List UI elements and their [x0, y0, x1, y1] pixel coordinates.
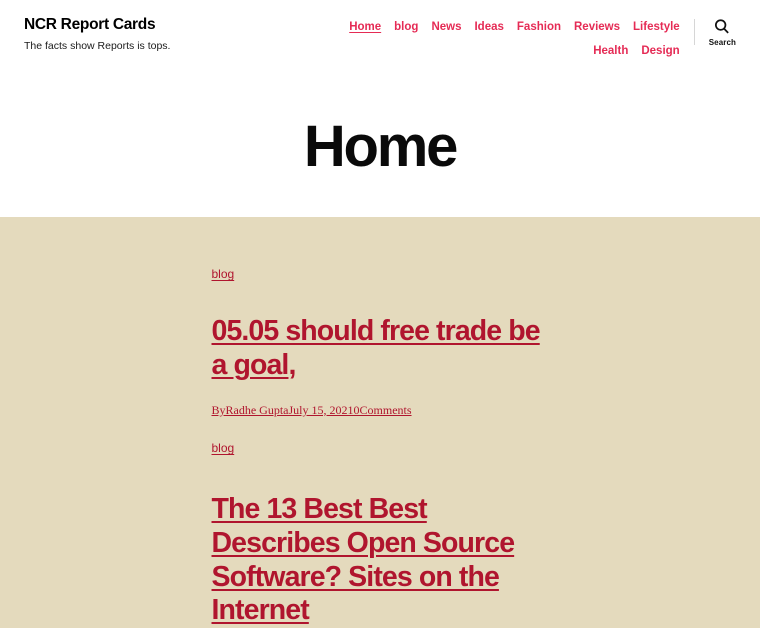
search-toggle-label: Search — [708, 38, 736, 47]
site-title[interactable]: NCR Report Cards — [24, 16, 170, 34]
post-list: blog 05.05 should free trade be a goal, … — [208, 265, 553, 628]
nav-item-fashion[interactable]: Fashion — [517, 21, 561, 33]
post-item: blog 05.05 should free trade be a goal, … — [212, 265, 553, 417]
nav-list: Home blog News Ideas Fashion Reviews Lif… — [310, 17, 680, 59]
post-title: 05.05 should free trade be a goal, — [212, 315, 553, 382]
post-meta: ByRadhe GuptaJuly 15, 20210Comments — [212, 403, 553, 417]
post-category-link[interactable]: blog — [212, 267, 235, 281]
nav-item-lifestyle[interactable]: Lifestyle — [633, 21, 680, 33]
post-meta-date[interactable]: July 15, 2021 — [289, 403, 354, 417]
nav-item-reviews[interactable]: Reviews — [574, 21, 620, 33]
primary-navigation: Home blog News Ideas Fashion Reviews Lif… — [310, 17, 680, 59]
nav-item-blog[interactable]: blog — [394, 21, 418, 33]
search-toggle-button[interactable]: Search — [709, 17, 736, 47]
nav-item-health[interactable]: Health — [593, 45, 628, 57]
post-title-link[interactable]: The 13 Best Best Describes Open Source S… — [212, 493, 516, 626]
nav-item-design[interactable]: Design — [641, 45, 679, 57]
post-title: The 13 Best Best Describes Open Source S… — [212, 493, 553, 628]
site-header: NCR Report Cards The facts show Reports … — [0, 0, 760, 76]
post-meta-comments[interactable]: 0Comments — [354, 403, 412, 417]
header-right: Home blog News Ideas Fashion Reviews Lif… — [170, 14, 736, 59]
post-meta-author[interactable]: Radhe Gupta — [226, 403, 289, 417]
content-area: blog 05.05 should free trade be a goal, … — [0, 217, 760, 628]
nav-item-news[interactable]: News — [431, 21, 461, 33]
page-title: Home — [303, 113, 459, 179]
nav-item-home[interactable]: Home — [349, 21, 381, 33]
post-title-punctuation: , — [288, 349, 296, 382]
post-title-link[interactable]: 05.05 should free trade be a goal — [212, 315, 541, 381]
header-divider — [693, 19, 695, 45]
page-title-band: Home — [0, 76, 760, 217]
post-category-link[interactable]: blog — [212, 441, 235, 455]
post-meta-by-prefix: By — [211, 402, 226, 417]
nav-item-ideas[interactable]: Ideas — [474, 21, 503, 33]
search-icon — [715, 19, 730, 34]
site-tagline: The facts show Reports is tops. — [24, 39, 171, 52]
site-branding: NCR Report Cards The facts show Reports … — [24, 14, 170, 53]
